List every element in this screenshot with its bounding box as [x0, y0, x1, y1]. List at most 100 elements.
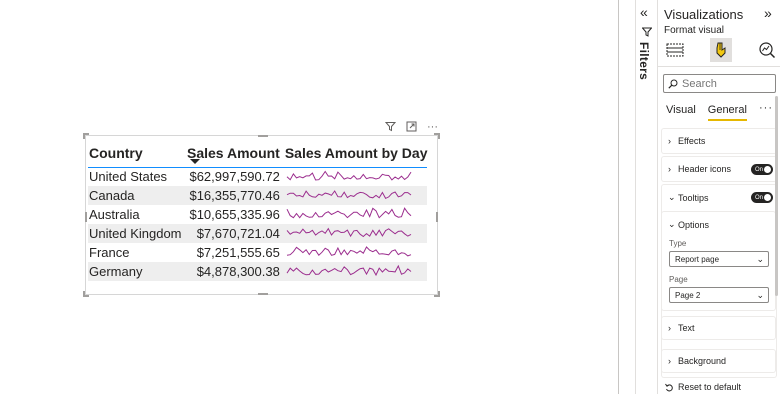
section-header[interactable]: › Header icons [668, 164, 731, 174]
cell-sparkline [285, 205, 428, 224]
sparkline-path [286, 170, 412, 181]
reset-to-default-link[interactable]: Reset to default [665, 382, 741, 392]
column-header-sales-by-day[interactable]: Sales Amount by Day [285, 139, 428, 167]
cell-sales-amount: $16,355,770.46 [189, 188, 280, 203]
resize-handle-left[interactable] [85, 212, 87, 222]
section-label: Tooltips [678, 192, 709, 203]
page-dropdown[interactable]: Page 2 ⌄ [669, 287, 769, 303]
reset-label: Reset to default [678, 382, 742, 392]
type-dropdown[interactable]: Report page ⌄ [669, 251, 769, 267]
sparkline-path [286, 264, 412, 277]
resize-handle-bottom-left[interactable] [83, 291, 89, 297]
table-row[interactable]: United Kingdom $7,670,721.04 [88, 224, 428, 243]
resize-handle-bottom[interactable] [258, 293, 268, 295]
header-icons-toggle[interactable]: On [751, 164, 773, 175]
subsection-header[interactable]: › Background [668, 356, 726, 366]
sparkline-path [286, 227, 412, 238]
visual-header: ··· [384, 120, 439, 133]
sparkline [286, 227, 412, 238]
section-label: Header icons [678, 164, 732, 174]
sparkline [286, 190, 412, 200]
chevron-right-icon: › [668, 356, 671, 366]
cell-country: United Kingdom [89, 226, 182, 241]
canvas-divider [618, 0, 619, 394]
search-icon [668, 79, 678, 89]
type-label: Type [669, 239, 687, 248]
cell-country: United States [89, 169, 168, 185]
subsection-header[interactable]: › Text [668, 323, 695, 333]
sales-table: Country Sales Amount Sales Amount by Day… [88, 139, 428, 281]
pane-subtitle: Format visual [664, 25, 725, 36]
subsection-background[interactable]: › Background [662, 350, 775, 372]
sort-descending-icon [190, 159, 200, 164]
subsection-text[interactable]: › Text [662, 317, 775, 339]
section-effects[interactable]: › Effects [662, 129, 776, 153]
filters-label: Filters [637, 42, 651, 81]
page-label: Page [669, 275, 688, 284]
format-visual-icon[interactable] [710, 38, 732, 62]
chevron-right-icon: › [668, 164, 671, 174]
chevron-down-icon: ⌄ [756, 290, 764, 300]
format-tabs: Visual General [666, 104, 748, 121]
chevron-down-icon: ⌄ [668, 219, 676, 229]
table-row[interactable]: Australia $10,655,335.96 [88, 205, 427, 224]
sparkline [286, 246, 412, 257]
more-options-icon[interactable]: ··· [426, 120, 439, 133]
cell-sparkline [285, 243, 428, 262]
table-header-row: Country Sales Amount Sales Amount by Day [88, 139, 428, 167]
chevron-right-icon: › [668, 323, 671, 333]
tab-general[interactable]: General [707, 104, 748, 121]
cell-sales-amount: $62,997,590.72 [189, 169, 280, 185]
section-label: Effects [678, 136, 706, 146]
sparkline-path [286, 190, 412, 200]
table-row[interactable]: United States $62,997,590.72 [88, 167, 427, 186]
table-row[interactable]: France $7,251,555.65 [88, 243, 427, 262]
cell-sparkline [285, 224, 428, 243]
collapse-filters-icon[interactable]: « [640, 4, 648, 20]
expand-pane-icon[interactable]: » [764, 5, 772, 21]
section-header-icons[interactable]: › Header icons On [662, 157, 776, 181]
reset-icon [665, 383, 673, 391]
filter-icon [642, 27, 652, 37]
chevron-down-icon: ⌄ [756, 254, 764, 264]
subsection-label: Text [678, 323, 695, 333]
cell-sales-amount: $10,655,335.96 [189, 207, 280, 222]
subsection-label: Options [678, 219, 710, 230]
resize-handle-top[interactable] [258, 135, 268, 137]
chevron-down-icon: ⌄ [668, 192, 676, 202]
search-input[interactable] [682, 77, 772, 90]
resize-handle-top-right[interactable] [434, 133, 440, 139]
cell-country: Germany [89, 264, 143, 279]
build-visual-icon[interactable] [664, 38, 686, 62]
table-row[interactable]: Canada $16,355,770.46 [88, 186, 428, 205]
cell-country: France [89, 245, 130, 260]
tooltips-toggle[interactable]: On [751, 192, 773, 203]
sparkline-path [286, 207, 412, 219]
sparkline [286, 264, 412, 277]
cell-sparkline [285, 186, 428, 205]
cell-sparkline [285, 262, 428, 281]
subsection-label: Background [678, 356, 727, 366]
pane-scrollbar[interactable] [775, 96, 778, 296]
section-header[interactable]: ⌄ Tooltips [668, 192, 709, 203]
cell-country: Canada [89, 188, 135, 203]
filter-icon[interactable] [384, 120, 397, 133]
sparkline-path [286, 246, 412, 257]
sparkline [286, 207, 412, 219]
search-box[interactable] [663, 74, 776, 93]
filters-rail[interactable]: « Filters [635, 0, 658, 394]
resize-handle-bottom-right[interactable] [434, 291, 440, 297]
section-header[interactable]: › Effects [668, 136, 705, 146]
tab-visual[interactable]: Visual [666, 104, 696, 119]
cell-sales-amount: $7,670,721.04 [196, 226, 280, 241]
cell-sales-amount: $4,878,300.38 [196, 264, 280, 279]
column-header-country[interactable]: Country [88, 139, 187, 167]
table-row[interactable]: Germany $4,878,300.38 [88, 262, 428, 281]
focus-mode-icon[interactable] [405, 120, 418, 133]
resize-handle-right[interactable] [436, 212, 438, 222]
format-mode-icons [664, 38, 778, 62]
subsection-header[interactable]: ⌄ Options [668, 219, 709, 230]
column-header-sales-amount[interactable]: Sales Amount [187, 139, 285, 167]
analytics-icon[interactable] [756, 38, 778, 62]
more-options-icon[interactable]: ··· [759, 102, 773, 114]
